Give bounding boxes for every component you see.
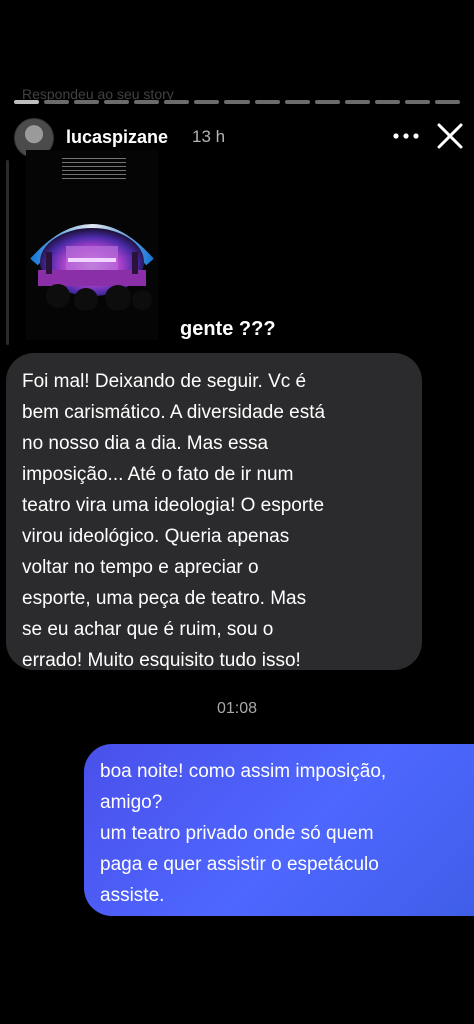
close-icon[interactable] — [434, 120, 466, 152]
message-line: voltar no tempo e apreciar o — [22, 557, 259, 578]
more-horizontal-icon[interactable] — [392, 122, 420, 150]
outgoing-message-bubble[interactable]: boa noite! como assim imposição, amigo? … — [84, 744, 474, 916]
message-line: esporte, uma peça de teatro. Mas — [22, 588, 307, 609]
thumbnail-caption — [62, 158, 126, 182]
reply-thread-line — [6, 160, 9, 345]
message-line: um teatro privado onde só quem — [100, 823, 374, 844]
message-line: imposição... Até o fato de ir num — [22, 464, 294, 485]
incoming-message-text: Foi mal! Deixando de seguir. Vc é bem ca… — [22, 366, 412, 676]
message-line: errado! Muito esquisito tudo isso! — [22, 650, 301, 671]
story-username[interactable]: lucaspizane — [66, 127, 168, 148]
message-line: boa noite! como assim imposição, — [100, 761, 387, 782]
theater-stage-image — [28, 200, 156, 310]
message-line: se eu achar que é ruim, sou o — [22, 619, 274, 640]
message-timestamp: 01:08 — [216, 700, 258, 717]
story-thumbnail[interactable] — [26, 150, 158, 340]
outgoing-message-text: boa noite! como assim imposição, amigo? … — [100, 756, 466, 911]
message-line: teatro vira uma ideologia! O esporte — [22, 495, 325, 516]
story-time: 13 h — [192, 127, 226, 146]
message-line: bem carismático. A diversidade está — [22, 402, 326, 423]
message-line: Foi mal! Deixando de seguir. Vc é — [22, 371, 307, 392]
message-line: virou ideológico. Queria apenas — [22, 526, 290, 547]
message-line: paga e quer assistir o espetáculo — [100, 854, 379, 875]
message-line: assiste. — [100, 885, 165, 906]
message-line: no nosso dia a dia. Mas essa — [22, 433, 269, 454]
story-reply-text: gente ??? — [180, 318, 276, 340]
story-progress-bar — [14, 100, 460, 104]
message-line: amigo? — [100, 792, 163, 813]
incoming-message-bubble[interactable]: Foi mal! Deixando de seguir. Vc é bem ca… — [6, 353, 422, 671]
